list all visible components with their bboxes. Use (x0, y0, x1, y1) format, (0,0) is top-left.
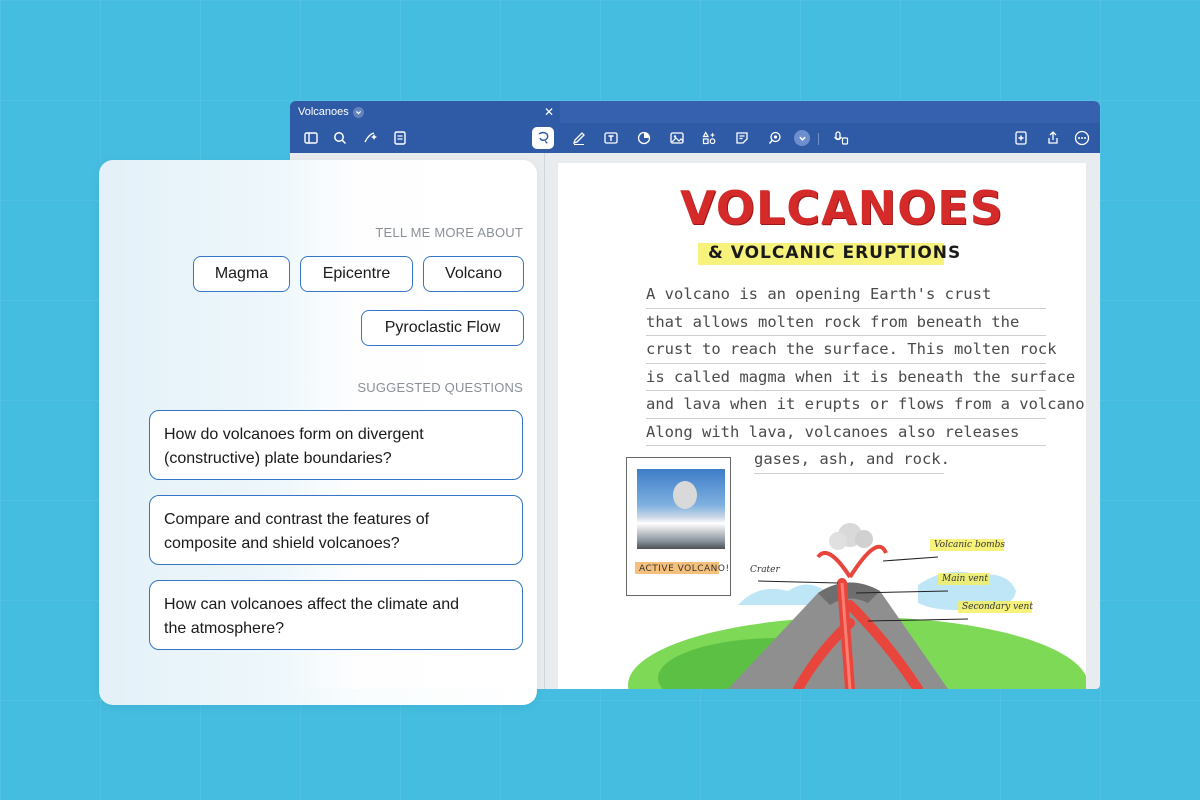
lasso-icon[interactable] (532, 127, 554, 149)
document-icon[interactable] (389, 127, 411, 149)
ash-plume (673, 481, 697, 509)
suggested-question-3[interactable]: How can volcanoes affect the climate and… (149, 580, 523, 650)
pen-icon[interactable] (568, 127, 590, 149)
note-line: crust to reach the surface. This molten … (646, 336, 1057, 364)
note-line: and lava when it erupts or flows from a … (646, 391, 1085, 419)
tab-volcanoes[interactable]: Volcanoes ✕ (290, 101, 560, 123)
topic-chip-magma[interactable]: Magma (193, 256, 290, 292)
tell-me-more-label: TELL ME MORE ABOUT (375, 225, 523, 240)
more-icon[interactable] (1071, 127, 1093, 149)
elements-icon[interactable] (698, 127, 720, 149)
tab-title: Volcanoes (298, 106, 349, 118)
label-secondary-vent: Secondary vent (962, 602, 1033, 612)
note-line: that allows molten rock from beneath the (646, 309, 1046, 336)
note-line: A volcano is an opening Earth's crust (646, 281, 1046, 309)
suggested-question-2[interactable]: Compare and contrast the features of com… (149, 495, 523, 565)
chevron-down-icon[interactable] (352, 106, 364, 118)
share-icon[interactable] (1042, 127, 1064, 149)
image-icon[interactable] (666, 127, 688, 149)
sticky-note-icon[interactable] (731, 127, 753, 149)
sidebar-icon[interactable] (300, 127, 322, 149)
note-line: Along with lava, volcanoes also releases (646, 419, 1046, 446)
note-body: A volcano is an opening Earth's crust th… (646, 281, 1085, 474)
topic-chip-volcano[interactable]: Volcano (423, 256, 524, 292)
laser-pointer-icon[interactable] (764, 127, 786, 149)
label-volcanic-bombs: Volcanic bombs (934, 540, 1006, 550)
close-tab-icon[interactable]: ✕ (544, 105, 554, 119)
question-text: (constructive) plate boundaries? (164, 450, 392, 467)
suggested-questions-label: SUGGESTED QUESTIONS (357, 380, 523, 395)
question-text: How do volcanoes form on divergent (164, 426, 424, 443)
note-title: VOLCANOES (680, 181, 1004, 235)
topic-chip-pyroclastic-flow[interactable]: Pyroclastic Flow (361, 310, 524, 346)
text-box-icon[interactable] (600, 127, 622, 149)
question-text: How can volcanoes affect the climate and (164, 596, 459, 613)
pane-divider (544, 153, 545, 689)
label-main-vent: Main vent (942, 574, 988, 584)
question-text: the atmosphere? (164, 620, 285, 637)
suggested-question-1[interactable]: How do volcanoes form on divergent (cons… (149, 410, 523, 480)
tab-bar: Volcanoes ✕ (290, 101, 1100, 123)
note-subtitle: & VOLCANIC ERUPTIONS (708, 243, 962, 263)
note-line: gases, ash, and rock. (754, 446, 950, 474)
chevron-down-icon[interactable] (794, 130, 810, 146)
question-text: Compare and contrast the features of (164, 511, 430, 528)
question-text: composite and shield volcanoes? (164, 535, 400, 552)
topic-chip-epicentre[interactable]: Epicentre (300, 256, 413, 292)
toolbar-separator (818, 133, 819, 145)
shapes-icon[interactable] (633, 127, 655, 149)
search-icon[interactable] (329, 127, 351, 149)
ai-sparkle-icon[interactable] (359, 127, 381, 149)
add-page-icon[interactable] (1010, 127, 1032, 149)
audio-icon[interactable] (830, 127, 852, 149)
toolbar (290, 123, 1100, 153)
note-page[interactable]: VOLCANOES & VOLCANIC ERUPTIONS A volcano… (558, 163, 1086, 689)
ai-suggestions-panel: TELL ME MORE ABOUT Magma Epicentre Volca… (99, 160, 537, 705)
note-line: is called magma when it is beneath the s… (646, 364, 1075, 391)
label-crater: Crater (750, 565, 780, 575)
